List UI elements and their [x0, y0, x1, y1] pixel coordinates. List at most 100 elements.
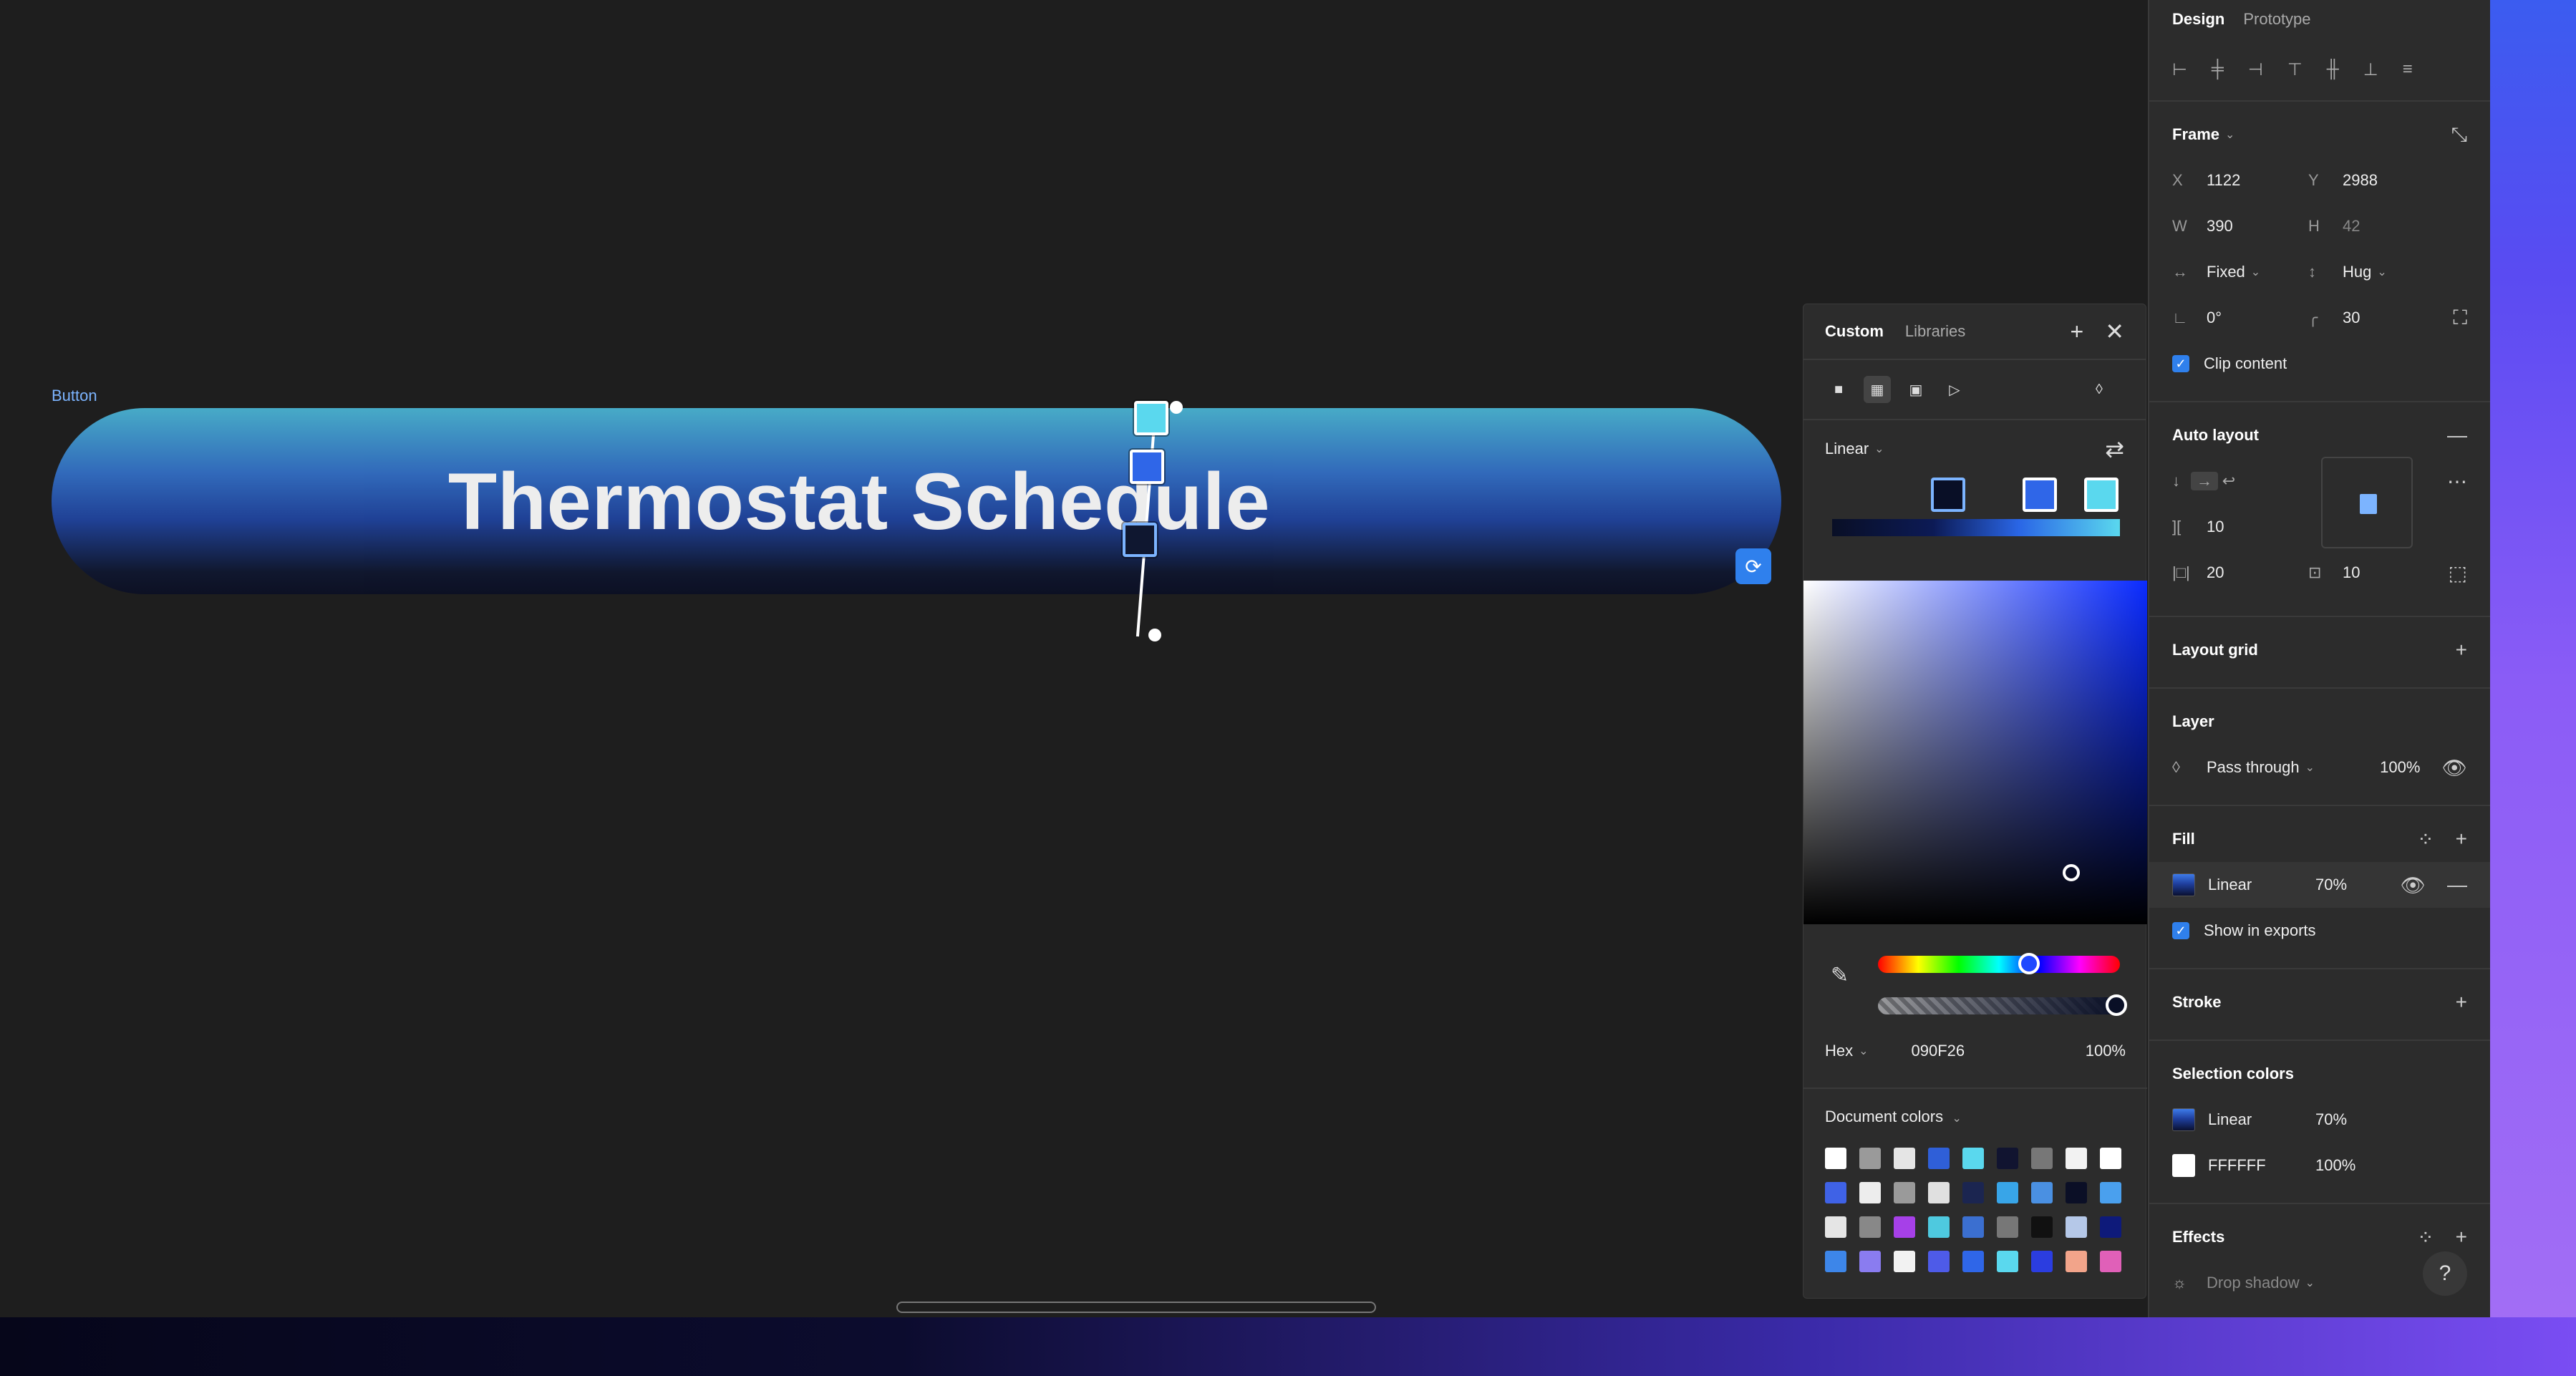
opacity-input[interactable]: 100%: [2086, 1042, 2126, 1060]
document-color-swatch[interactable]: [1825, 1148, 1846, 1169]
tab-design[interactable]: Design: [2172, 10, 2224, 29]
hex-input[interactable]: 090F26: [1912, 1042, 1965, 1060]
gradient-stop-handle[interactable]: [1123, 523, 1157, 557]
flip-gradient-icon[interactable]: ⇄: [2105, 435, 2124, 462]
vertical-padding-input[interactable]: 10: [2343, 563, 2360, 582]
image-fill-icon[interactable]: ▣: [1902, 376, 1929, 403]
sun-icon[interactable]: ☼: [2172, 1274, 2207, 1292]
document-color-swatch[interactable]: [1894, 1251, 1915, 1272]
vertical-sizing-select[interactable]: Hug: [2343, 263, 2371, 281]
align-center-icon[interactable]: ╪: [2212, 59, 2224, 79]
chevron-down-icon[interactable]: ⌄: [1874, 442, 1884, 456]
horizontal-scrollbar[interactable]: [896, 1302, 1376, 1313]
document-color-swatch[interactable]: [1962, 1182, 1984, 1203]
frame-title[interactable]: Frame: [2172, 125, 2219, 144]
document-color-swatch[interactable]: [2066, 1148, 2087, 1169]
close-icon[interactable]: ✕: [2105, 318, 2124, 345]
add-layout-grid-icon[interactable]: +: [2456, 639, 2467, 662]
solid-fill-icon[interactable]: ■: [1825, 376, 1852, 403]
document-color-swatch[interactable]: [2066, 1216, 2087, 1238]
document-color-swatch[interactable]: [1894, 1148, 1915, 1169]
chevron-down-icon[interactable]: ⌄: [2225, 127, 2234, 142]
horizontal-sizing-select[interactable]: Fixed: [2207, 263, 2245, 281]
align-top-icon[interactable]: ⊤: [2287, 59, 2303, 80]
align-right-icon[interactable]: ⊣: [2248, 59, 2263, 80]
eyedropper-icon[interactable]: ✎: [1831, 963, 1849, 988]
chevron-down-icon[interactable]: ⌄: [2305, 1276, 2315, 1290]
tab-libraries[interactable]: Libraries: [1905, 322, 1965, 341]
chevron-down-icon[interactable]: ⌄: [1859, 1044, 1868, 1058]
document-color-swatch[interactable]: [1859, 1182, 1881, 1203]
document-color-swatch[interactable]: [1928, 1216, 1950, 1238]
chevron-down-icon[interactable]: ⌄: [2377, 265, 2386, 279]
arrow-down-icon[interactable]: ↓: [2172, 472, 2191, 490]
gradient-fill-icon[interactable]: ▦: [1864, 376, 1891, 403]
document-color-swatch[interactable]: [1928, 1148, 1950, 1169]
document-color-swatch[interactable]: [2031, 1251, 2053, 1272]
document-color-swatch[interactable]: [1825, 1251, 1846, 1272]
add-effect-icon[interactable]: +: [2456, 1226, 2467, 1249]
selection-color-swatch[interactable]: [2172, 1108, 2195, 1131]
document-color-swatch[interactable]: [1825, 1216, 1846, 1238]
eye-icon[interactable]: 👁: [2441, 756, 2467, 780]
chevron-down-icon[interactable]: ⌄: [2305, 760, 2315, 775]
document-color-swatch[interactable]: [1962, 1216, 1984, 1238]
gradient-stop-handle[interactable]: [1134, 401, 1168, 435]
gradient-type-select[interactable]: Linear: [1825, 440, 1869, 458]
document-color-swatch[interactable]: [2031, 1216, 2053, 1238]
clip-content-checkbox[interactable]: ✓: [2172, 355, 2189, 372]
selection-color-opacity[interactable]: 100%: [2315, 1156, 2355, 1175]
alignment-grid[interactable]: [2321, 457, 2413, 548]
eye-icon[interactable]: 👁: [2400, 873, 2426, 897]
gradient-stops[interactable]: [1803, 478, 2146, 556]
tab-custom[interactable]: Custom: [1825, 322, 1884, 341]
align-bottom-icon[interactable]: ⊥: [2363, 59, 2378, 80]
hue-knob[interactable]: [2018, 953, 2040, 974]
align-left-icon[interactable]: ⊢: [2172, 59, 2187, 80]
wrap-icon[interactable]: ↩: [2218, 472, 2240, 490]
rotation-input[interactable]: 0°: [2207, 309, 2222, 327]
opacity-slider[interactable]: [1878, 994, 2127, 1016]
document-color-swatch[interactable]: [1997, 1148, 2018, 1169]
blend-mode-icon[interactable]: ◊: [2086, 376, 2113, 403]
tab-prototype[interactable]: Prototype: [2243, 10, 2310, 29]
document-color-swatch[interactable]: [2031, 1148, 2053, 1169]
horizontal-padding-input[interactable]: 20: [2207, 563, 2224, 582]
document-color-swatch[interactable]: [2100, 1148, 2121, 1169]
selection-color-name[interactable]: Linear: [2208, 1110, 2315, 1129]
selection-color-swatch[interactable]: [2172, 1154, 2195, 1177]
gradient-stop[interactable]: [2023, 478, 2057, 512]
gradient-stop[interactable]: [1931, 478, 1965, 512]
document-color-swatch[interactable]: [1859, 1216, 1881, 1238]
document-color-swatch[interactable]: [1859, 1148, 1881, 1169]
remove-auto-layout-icon[interactable]: —: [2447, 424, 2467, 447]
help-button[interactable]: ?: [2423, 1251, 2467, 1296]
plus-icon[interactable]: +: [2071, 319, 2084, 345]
fill-type[interactable]: Linear: [2208, 876, 2315, 894]
gradient-stop-handle[interactable]: [1130, 450, 1164, 484]
document-color-swatch[interactable]: [1997, 1216, 2018, 1238]
gradient-stop[interactable]: [2084, 478, 2119, 512]
swap-icon[interactable]: ⟳: [1735, 548, 1771, 584]
fill-swatch[interactable]: [2172, 873, 2195, 896]
fill-opacity-input[interactable]: 70%: [2315, 876, 2347, 894]
saturation-value-area[interactable]: [1803, 581, 2147, 924]
add-stroke-icon[interactable]: +: [2456, 991, 2467, 1014]
color-cursor[interactable]: [2063, 864, 2080, 881]
add-fill-icon[interactable]: +: [2456, 828, 2467, 851]
document-color-swatch[interactable]: [2100, 1216, 2121, 1238]
video-fill-icon[interactable]: ▷: [1941, 376, 1968, 403]
document-color-swatch[interactable]: [2031, 1182, 2053, 1203]
color-model-select[interactable]: Hex: [1825, 1042, 1853, 1060]
button-frame[interactable]: Thermostat Schedule: [52, 408, 1781, 594]
width-input[interactable]: 390: [2207, 217, 2233, 236]
height-input[interactable]: 42: [2343, 217, 2360, 236]
chevron-down-icon[interactable]: ⌄: [1952, 1113, 1962, 1125]
document-color-swatch[interactable]: [1928, 1251, 1950, 1272]
selection-color-opacity[interactable]: 70%: [2315, 1110, 2347, 1129]
selection-color-name[interactable]: FFFFFF: [2208, 1156, 2315, 1175]
document-color-swatch[interactable]: [1894, 1216, 1915, 1238]
blend-mode-select[interactable]: Pass through: [2207, 758, 2300, 777]
arrow-right-icon[interactable]: →: [2191, 472, 2218, 490]
gap-input[interactable]: 10: [2207, 518, 2224, 536]
